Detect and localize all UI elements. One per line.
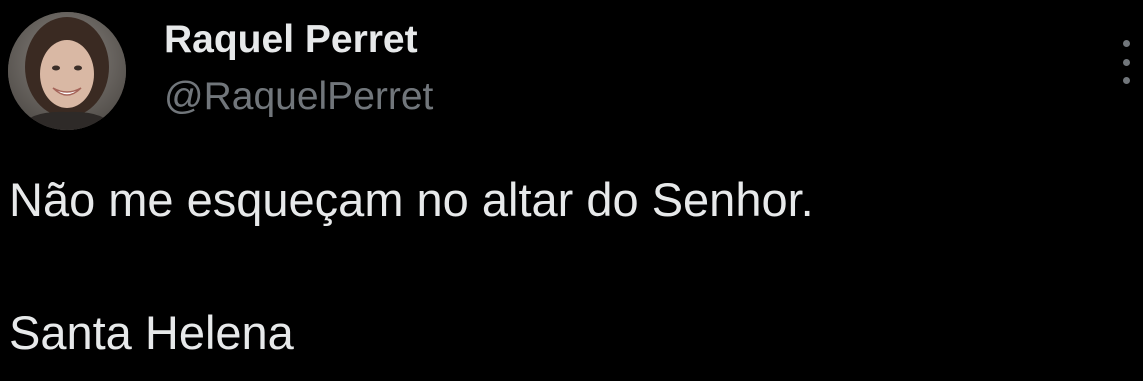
vertical-ellipsis-icon: [1122, 40, 1130, 47]
author-handle[interactable]: @RaquelPerret: [164, 75, 433, 119]
tweet-text-line: Não me esqueçam no altar do Senhor.: [9, 173, 814, 226]
vertical-ellipsis-icon: [1122, 77, 1130, 84]
tweet-card: Raquel Perret @RaquelPerret Não me esque…: [0, 0, 1143, 381]
avatar-photo-icon: [8, 12, 126, 130]
author-display-name[interactable]: Raquel Perret: [164, 18, 418, 62]
more-options-button[interactable]: [1114, 40, 1138, 84]
avatar[interactable]: [8, 12, 126, 130]
tweet-text-line: Santa Helena: [9, 306, 294, 359]
vertical-ellipsis-icon: [1122, 58, 1130, 66]
tweet-text: Não me esqueçam no altar do Senhor. Sant…: [9, 170, 814, 363]
